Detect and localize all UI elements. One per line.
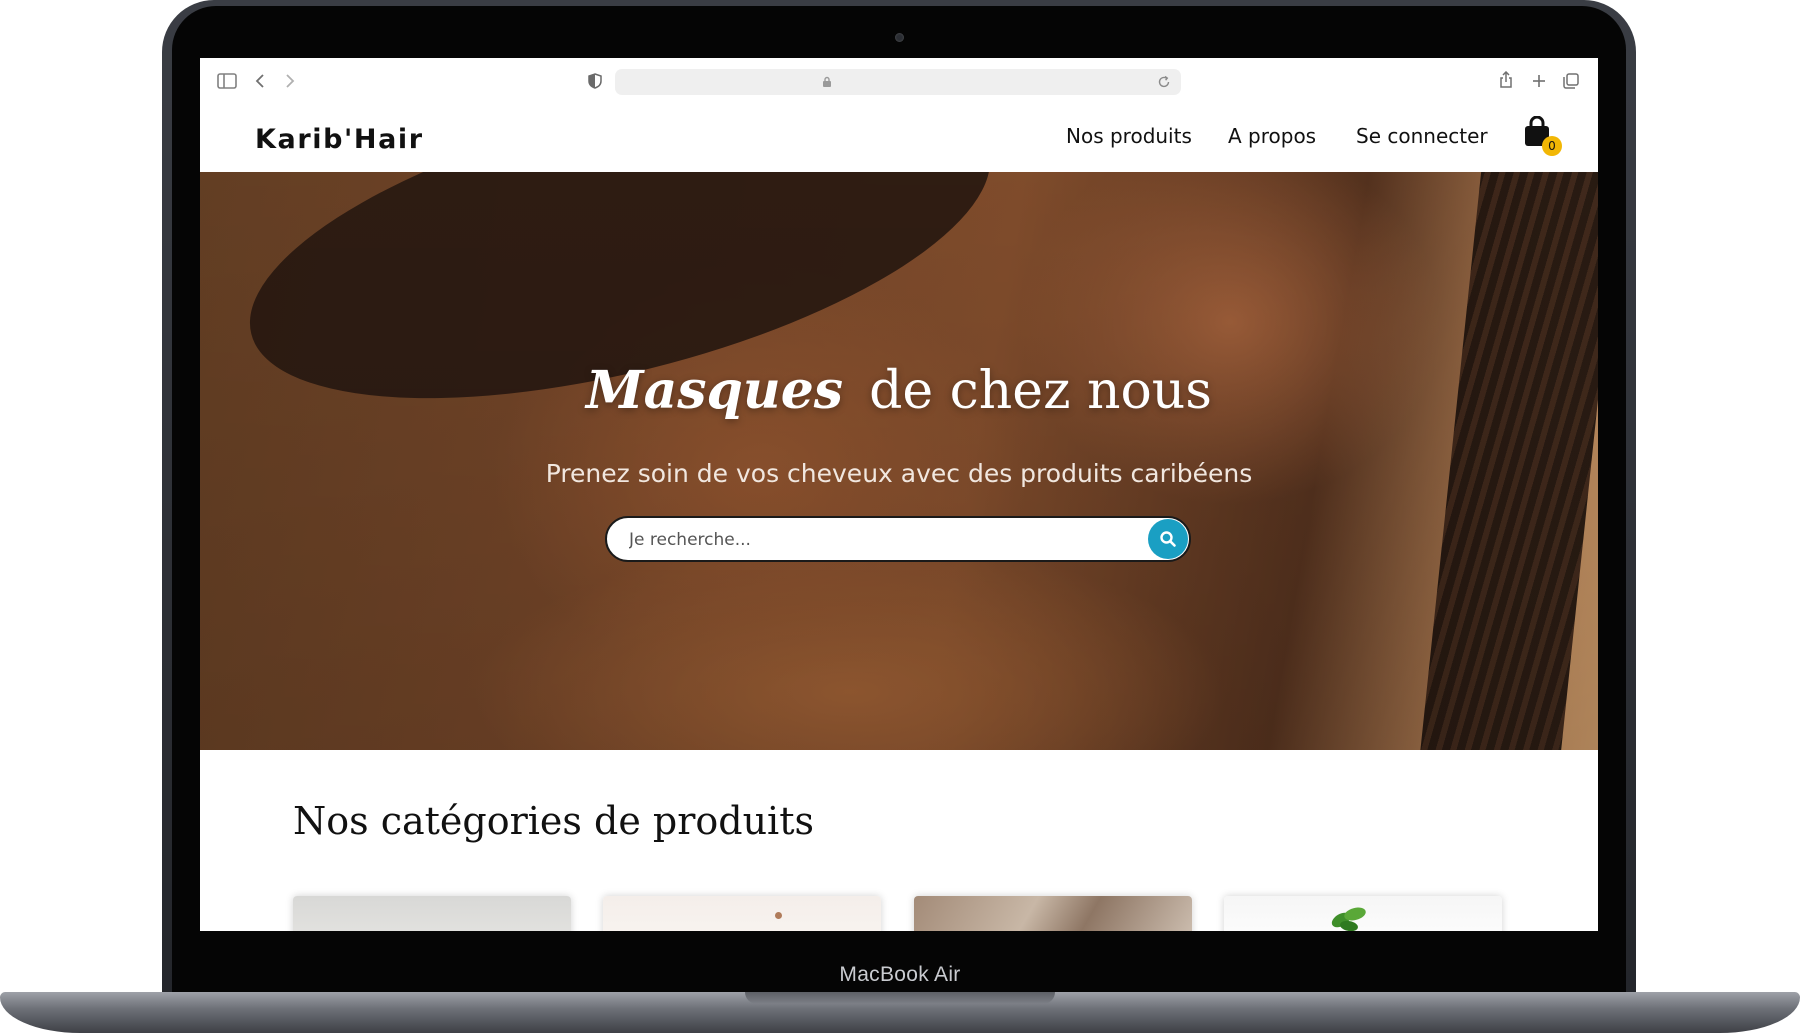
- search-icon: [1160, 531, 1176, 547]
- sidebar-icon[interactable]: [216, 68, 238, 94]
- category-card-3[interactable]: [914, 896, 1192, 931]
- lock-icon: [822, 75, 832, 93]
- search-input[interactable]: [627, 518, 1131, 562]
- browser-toolbar: [200, 58, 1598, 106]
- reload-icon[interactable]: [1157, 75, 1171, 94]
- category-card-4[interactable]: [1224, 896, 1502, 931]
- plant-leaf-icon: [1331, 907, 1366, 931]
- tabs-icon[interactable]: [1561, 68, 1581, 94]
- share-icon[interactable]: [1496, 68, 1516, 94]
- category-card-2[interactable]: [603, 896, 881, 931]
- nav-se-connecter[interactable]: Se connecter: [1356, 124, 1488, 148]
- hero-title-emphasis: Masques: [586, 360, 844, 421]
- screen: Karib'Hair Nos produits A propos Se conn…: [200, 58, 1598, 931]
- model-label: MacBook Air: [839, 963, 961, 986]
- hero-title-rest: de chez nous: [869, 361, 1212, 421]
- laptop-hinge-notch: [745, 992, 1055, 1004]
- address-bar[interactable]: [615, 69, 1181, 95]
- shield-icon[interactable]: [585, 68, 605, 94]
- site-header: Karib'Hair Nos produits A propos Se conn…: [200, 106, 1598, 170]
- button-detail: [775, 912, 782, 919]
- nav-nos-produits[interactable]: Nos produits: [1066, 124, 1192, 148]
- hero-subtitle: Prenez soin de vos cheveux avec des prod…: [545, 459, 1253, 488]
- hero-title: Masques de chez nous: [200, 360, 1598, 421]
- site-logo[interactable]: Karib'Hair: [255, 124, 424, 155]
- cart-count-badge: 0: [1542, 136, 1562, 156]
- search-bar: [605, 516, 1191, 562]
- nav-a-propos[interactable]: A propos: [1228, 124, 1316, 148]
- search-button[interactable]: [1148, 519, 1188, 559]
- new-tab-icon[interactable]: [1529, 68, 1549, 94]
- hero-banner: Masques de chez nous Prenez soin de vos c…: [200, 172, 1598, 750]
- camera-icon: [895, 33, 904, 42]
- back-icon[interactable]: [250, 68, 270, 94]
- forward-icon[interactable]: [280, 68, 300, 94]
- categories-title: Nos catégories de produits: [293, 799, 814, 843]
- cart-button[interactable]: 0: [1522, 115, 1566, 160]
- category-card-1[interactable]: [293, 896, 571, 931]
